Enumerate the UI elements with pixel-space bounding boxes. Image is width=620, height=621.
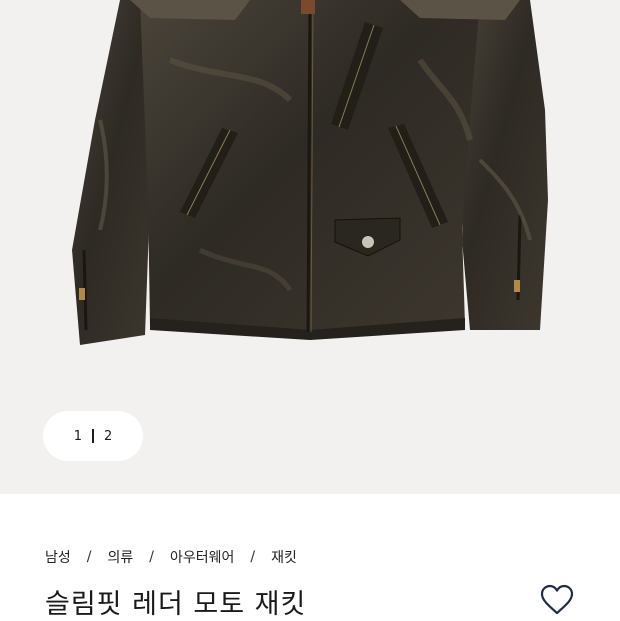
wishlist-button[interactable] — [540, 584, 574, 616]
breadcrumb-item-clothing[interactable]: 의류 — [107, 547, 133, 567]
product-image-gallery[interactable]: 1 2 — [0, 0, 620, 494]
breadcrumb-separator: / — [149, 549, 154, 565]
product-info: 남성 / 의류 / 아우터웨어 / 재킷 슬림핏 레더 모토 재킷 — [0, 494, 620, 620]
image-pager[interactable]: 1 2 — [43, 411, 143, 461]
pager-current: 1 — [73, 428, 82, 444]
breadcrumb-separator: / — [86, 549, 92, 565]
pager-divider — [92, 429, 94, 443]
pager-total: 2 — [104, 428, 113, 444]
breadcrumb-separator: / — [250, 549, 256, 565]
breadcrumb-item-jackets[interactable]: 재킷 — [271, 547, 297, 567]
product-title: 슬림핏 레더 모토 재킷 — [45, 589, 307, 620]
breadcrumb-item-men[interactable]: 남성 — [45, 547, 71, 567]
breadcrumb: 남성 / 의류 / 아우터웨어 / 재킷 — [45, 547, 297, 567]
heart-icon — [540, 584, 574, 615]
breadcrumb-item-outerwear[interactable]: 아우터웨어 — [170, 547, 234, 567]
